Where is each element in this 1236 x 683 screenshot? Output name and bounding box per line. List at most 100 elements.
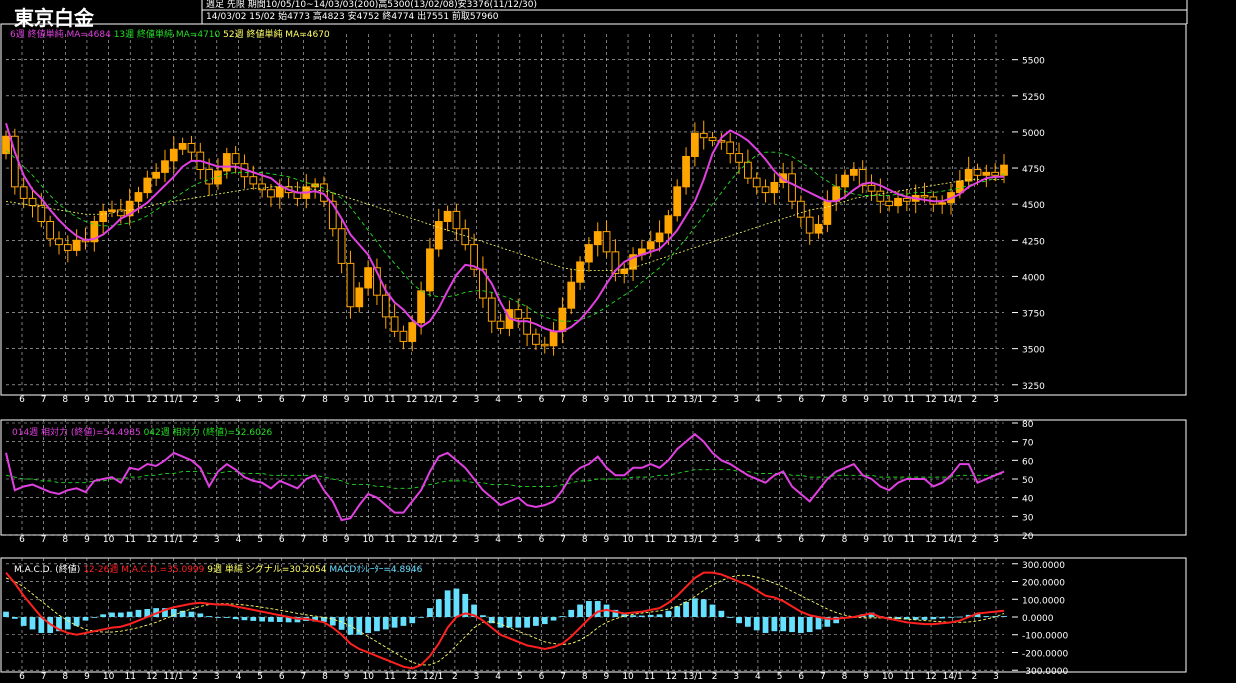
x-tick-label: 10: [622, 535, 634, 545]
osc-bar: [983, 616, 990, 617]
candle: [920, 194, 929, 198]
candle: [540, 343, 549, 347]
osc-bar: [365, 617, 371, 633]
x-tick-label: 10: [363, 395, 375, 405]
x-tick-label: 12: [666, 395, 677, 405]
osc-bar: [3, 611, 9, 617]
osc-bar: [692, 598, 698, 617]
x-tick-label: 4: [236, 535, 242, 545]
x-tick-label: 3: [733, 395, 739, 405]
x-tick-label: 11/1: [163, 535, 183, 545]
osc-bar: [109, 612, 115, 617]
y-tick-label: 80: [1022, 420, 1034, 430]
candle: [258, 183, 267, 191]
x-tick-label: 8: [842, 535, 848, 545]
osc-bar: [789, 617, 795, 633]
candle: [938, 202, 947, 205]
osc-bar: [250, 617, 257, 621]
x-tick-label: 4: [755, 395, 761, 405]
osc-bar: [73, 617, 80, 626]
osc-bar: [736, 617, 742, 624]
x-tick-label: 8: [322, 672, 328, 682]
candle: [567, 281, 576, 309]
candle: [205, 168, 214, 185]
x-tick-label: 11: [904, 672, 915, 682]
candle: [72, 239, 81, 251]
osc-bar: [409, 617, 416, 624]
rsi14-line: [5, 432, 1005, 522]
x-tick-label: 2: [192, 672, 198, 682]
candle: [894, 197, 902, 207]
osc-bar: [577, 604, 583, 617]
x-tick-label: 6: [539, 672, 545, 682]
y-tick-label: 4500: [1022, 201, 1045, 211]
candle: [214, 170, 222, 185]
x-tick-label: 13/1: [683, 395, 703, 405]
x-tick-label: 9: [84, 395, 90, 405]
ma52-legend: 52週 終値単純 MA=4670: [223, 30, 330, 40]
osc-bar: [939, 617, 946, 619]
osc-bar: [762, 617, 769, 633]
x-tick-label: 6: [279, 395, 285, 405]
x-tick-label: 12: [666, 535, 677, 545]
candle: [267, 189, 275, 198]
candle: [28, 197, 37, 207]
osc-bar: [533, 617, 539, 626]
macd-line-legend: 12-26週 M.A.C.D.=35.0999: [83, 565, 205, 575]
y-tick-label: 30: [1022, 513, 1034, 523]
x-tick-label: 12/1: [423, 395, 443, 405]
x-tick-label: 4: [495, 395, 501, 405]
candle: [134, 192, 143, 202]
x-tick-label: 11: [644, 672, 655, 682]
x-tick-label: 8: [582, 672, 588, 682]
y-tick-label: 300.0000: [1022, 561, 1065, 571]
panel-frame-0: [0, 23, 1187, 396]
x-tick-label: 2: [971, 672, 977, 682]
osc-bar: [515, 617, 522, 628]
x-tick-label: 12: [925, 395, 936, 405]
osc-bar: [806, 617, 813, 633]
osc-bar: [259, 617, 266, 622]
rsi42-legend: 042週 相対力 (終値)=52.6026: [143, 428, 273, 438]
x-tick-label: 11: [384, 672, 395, 682]
x-tick-label: 14/1: [943, 672, 963, 682]
candle: [682, 155, 690, 188]
x-tick-label: 7: [301, 395, 307, 405]
x-tick-label: 4: [495, 672, 501, 682]
candle: [55, 238, 63, 246]
x-tick-label: 12: [925, 535, 936, 545]
osc-bar: [91, 617, 98, 618]
y-tick-label: 20: [1022, 532, 1034, 542]
candle: [337, 228, 346, 264]
y-tick-label: 100.0000: [1022, 596, 1065, 606]
candle: [487, 297, 496, 322]
y-tick-label: 5250: [1022, 93, 1045, 103]
x-tick-label: 2: [712, 672, 718, 682]
x-tick-label: 12: [406, 395, 417, 405]
x-tick-label: 2: [192, 535, 198, 545]
x-tick-label: 4: [236, 672, 242, 682]
ma13-legend: 13週 終値単純 MA=4710: [113, 30, 221, 40]
info-line-1: 週足 先限 期間10/05/10~14/03/03(200)高5300(13/0…: [206, 0, 538, 10]
x-tick-label: 2: [712, 535, 718, 545]
chart-canvas: 3250350037504000425045004750500052505500…: [0, 0, 1188, 682]
candle: [982, 171, 991, 176]
x-tick-label: 2: [971, 535, 977, 545]
y-tick-label: -300.0000: [1022, 667, 1068, 677]
x-tick-label: 7: [560, 395, 566, 405]
candle: [99, 210, 108, 223]
candle: [19, 186, 28, 199]
candle: [434, 221, 443, 250]
x-tick-label: 6: [19, 395, 25, 405]
osc-bar: [135, 609, 142, 617]
candle: [655, 232, 664, 243]
x-tick-label: 7: [820, 672, 826, 682]
x-tick-label: 8: [842, 672, 848, 682]
candle: [408, 322, 417, 342]
osc-bar: [700, 599, 707, 617]
osc-bar: [753, 617, 760, 631]
candle: [275, 186, 284, 198]
osc-bar: [427, 608, 433, 617]
osc-bar: [241, 617, 248, 621]
y-tick-label: 5500: [1022, 57, 1045, 67]
